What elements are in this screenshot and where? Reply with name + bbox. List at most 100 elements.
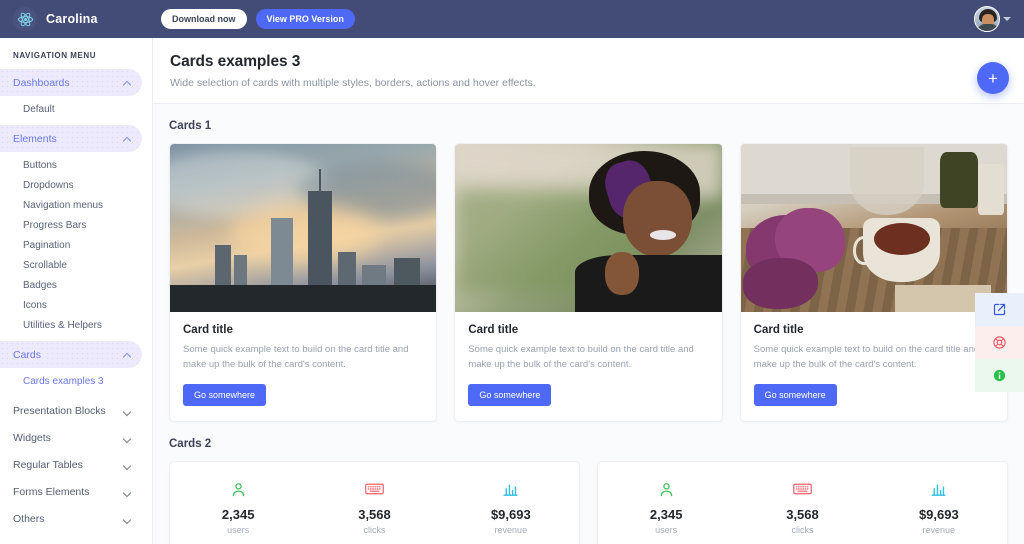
- sidebar-item-pagination[interactable]: Pagination: [0, 235, 142, 255]
- lifebuoy-support-icon[interactable]: [975, 326, 1024, 359]
- share-export-icon[interactable]: [975, 293, 1024, 326]
- sidebar-item-label: Presentation Blocks: [13, 404, 106, 417]
- user-icon: [598, 478, 734, 500]
- stat-revenue: $9,693 revenue: [443, 478, 579, 535]
- sidebar-item-navigation-menus[interactable]: Navigation menus: [0, 195, 142, 215]
- go-somewhere-button[interactable]: Go somewhere: [468, 384, 552, 407]
- stat-clicks: 3,568 clicks: [306, 478, 442, 535]
- stat-card: 2,345 users 3,568 clicks $9,693 revenue: [169, 461, 580, 544]
- sidebar-item-label: Scrollable: [23, 259, 67, 271]
- chevron-down-icon: [123, 488, 131, 496]
- sidebar-item-dropdowns[interactable]: Dropdowns: [0, 175, 142, 195]
- sidebar-item-label: Dropdowns: [23, 179, 74, 191]
- keyboard-icon: [734, 478, 870, 500]
- sidebar-item-label: Pagination: [23, 239, 71, 251]
- sidebar-item-elements[interactable]: Elements: [0, 125, 142, 152]
- stat-value: $9,693: [490, 507, 531, 523]
- avatar[interactable]: [974, 6, 1000, 32]
- brand-logo-area[interactable]: Carolina: [0, 0, 153, 38]
- keyboard-icon: [306, 478, 442, 500]
- sidebar-item-cards-examples-3[interactable]: Cards examples 3: [0, 371, 142, 391]
- plus-icon: +: [988, 68, 998, 88]
- card-title: Card title: [468, 324, 519, 336]
- sidebar-item-label: Dashboards: [13, 76, 70, 89]
- card-title: Card title: [753, 324, 804, 336]
- card[interactable]: Card title Some quick example text to bu…: [454, 143, 723, 423]
- sidebar-item-progress-bars[interactable]: Progress Bars: [0, 215, 142, 235]
- sidebar: NAVIGATION MENU Dashboards Default Eleme…: [0, 38, 153, 544]
- sidebar-item-label: Forms Elements: [13, 485, 90, 498]
- stat-value: 3,568: [786, 507, 819, 523]
- download-now-button[interactable]: Download now: [161, 9, 247, 29]
- sidebar-item-forms-elements[interactable]: Forms Elements: [0, 478, 142, 505]
- portrait-woman-photo: [455, 144, 722, 312]
- chevron-up-icon: [123, 79, 131, 87]
- sidebar-item-label: Others: [13, 512, 45, 525]
- chevron-up-icon: [123, 351, 131, 359]
- sidebar-item-dashboards[interactable]: Dashboards: [0, 69, 142, 96]
- sidebar-item-regular-tables[interactable]: Regular Tables: [0, 451, 142, 478]
- bar-chart-icon: [443, 478, 579, 500]
- stat-label: revenue: [494, 525, 528, 536]
- sidebar-item-label: Badges: [23, 279, 57, 291]
- sidebar-item-widgets[interactable]: Widgets: [0, 424, 142, 451]
- stat-label: users: [655, 525, 678, 536]
- go-somewhere-button[interactable]: Go somewhere: [183, 384, 267, 407]
- card-text: Some quick example text to build on the …: [753, 344, 980, 370]
- card[interactable]: Card title Some quick example text to bu…: [169, 143, 438, 423]
- chevron-down-icon: [123, 434, 131, 442]
- card[interactable]: Card title Some quick example text to bu…: [739, 143, 1008, 423]
- sidebar-item-label: Navigation menus: [23, 199, 104, 211]
- side-action-bar: [975, 293, 1024, 392]
- sidebar-item-label: Default: [23, 103, 55, 115]
- sidebar-item-label: Regular Tables: [13, 458, 83, 471]
- section-title: Cards 2: [169, 438, 212, 451]
- chevron-up-icon: [123, 135, 131, 143]
- view-pro-version-button[interactable]: View PRO Version: [255, 9, 355, 29]
- sidebar-item-badges[interactable]: Badges: [0, 275, 142, 295]
- stat-value: 2,345: [221, 507, 255, 523]
- sidebar-item-label: Cards: [13, 348, 42, 361]
- card-text: Some quick example text to build on the …: [183, 344, 409, 370]
- add-button[interactable]: +: [977, 62, 1009, 94]
- top-header-actions: Download now View PRO Version: [153, 9, 355, 29]
- sidebar-item-scrollable[interactable]: Scrollable: [0, 255, 142, 275]
- go-somewhere-button[interactable]: Go somewhere: [753, 384, 837, 407]
- sidebar-item-cards[interactable]: Cards: [0, 341, 142, 368]
- sidebar-item-label: Icons: [23, 299, 47, 311]
- stat-label: revenue: [922, 525, 956, 536]
- page-title: Cards examples 3: [170, 53, 301, 70]
- sidebar-item-presentation-blocks[interactable]: Presentation Blocks: [0, 397, 142, 424]
- sidebar-item-label: Elements: [13, 132, 57, 145]
- bar-chart-icon: [871, 478, 1007, 500]
- chevron-down-icon: [123, 407, 131, 415]
- stat-value: $9,693: [918, 507, 959, 523]
- stat-value: 2,345: [649, 507, 683, 523]
- sidebar-nav-group: Dashboards Default Elements Buttons Drop…: [0, 69, 152, 532]
- card-text: Some quick example text to build on the …: [468, 344, 694, 370]
- react-atom-icon: [13, 7, 37, 31]
- card-body: Card title Some quick example text to bu…: [741, 312, 1007, 421]
- sidebar-item-label: Progress Bars: [23, 219, 87, 231]
- card-body: Card title Some quick example text to bu…: [455, 312, 721, 421]
- body-row: NAVIGATION MENU Dashboards Default Eleme…: [0, 38, 1024, 544]
- city-skyline-photo: [170, 144, 437, 312]
- stat-clicks: 3,568 clicks: [734, 478, 870, 535]
- lilacs-tea-photo: [740, 144, 1007, 312]
- user-icon: [170, 478, 306, 500]
- sidebar-item-others[interactable]: Others: [0, 505, 142, 532]
- chevron-down-icon[interactable]: [1003, 17, 1011, 21]
- sidebar-item-label: Widgets: [13, 431, 51, 444]
- main-content: Cards examples 3 Wide selection of cards…: [153, 38, 1024, 544]
- sidebar-item-buttons[interactable]: Buttons: [0, 155, 142, 175]
- info-circle-icon[interactable]: [975, 359, 1024, 392]
- stat-label: clicks: [791, 525, 814, 536]
- sidebar-item-icons[interactable]: Icons: [0, 295, 142, 315]
- card-title: Card title: [183, 324, 233, 336]
- user-menu[interactable]: [974, 6, 1024, 32]
- sidebar-item-default[interactable]: Default: [0, 99, 142, 119]
- sidebar-section-title: NAVIGATION MENU: [13, 51, 97, 60]
- top-header-bar: Carolina Download now View PRO Version: [0, 0, 1024, 38]
- sidebar-item-utilities-helpers[interactable]: Utilities & Helpers: [0, 315, 142, 335]
- stat-users: 2,345 users: [170, 478, 306, 535]
